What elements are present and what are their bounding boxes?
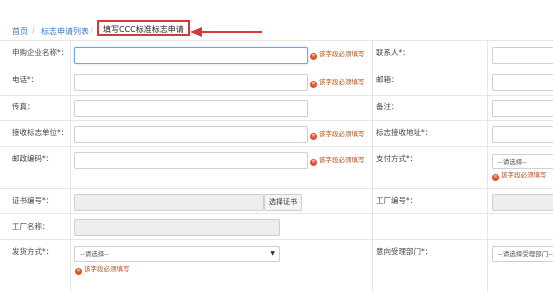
postcode-input[interactable]	[74, 152, 308, 169]
required-hint: ✕ 该字段必须填写	[310, 156, 365, 166]
certificate-number-input[interactable]	[74, 194, 264, 211]
factory-name-input[interactable]	[74, 219, 280, 236]
required-hint: ✕ 该字段必须填写	[75, 265, 130, 275]
shipping-method-select[interactable]: --请选择-- ▼	[74, 246, 280, 262]
contact-input[interactable]	[492, 47, 553, 64]
breadcrumb-separator: /	[90, 26, 93, 35]
row-divider	[0, 188, 553, 189]
row-divider	[0, 146, 553, 147]
required-hint: ✕ 该字段必须填写	[310, 78, 365, 88]
breadcrumb-home-link[interactable]: 首页	[12, 26, 28, 37]
payment-select[interactable]: --请选择--	[492, 154, 553, 169]
row-divider	[0, 239, 553, 240]
x-circle-icon: ✕	[492, 174, 499, 181]
shipping-method-label: 发货方式*：	[12, 247, 54, 256]
receiver-unit-label: 接收标志单位*：	[12, 128, 69, 137]
required-hint: ✕ 该字段必须填写	[310, 50, 365, 60]
factory-number-input[interactable]	[492, 194, 553, 211]
row-divider	[0, 95, 553, 96]
column-divider	[487, 40, 488, 292]
company-name-input[interactable]	[74, 47, 308, 64]
email-label: 邮箱：	[376, 75, 399, 84]
payment-label: 支付方式*：	[376, 154, 418, 163]
breadcrumb-list-link[interactable]: 标志申请列表	[41, 26, 89, 37]
column-divider	[70, 40, 71, 292]
department-label: 意向受理部门*：	[376, 247, 433, 256]
contact-label: 联系人*：	[376, 48, 410, 57]
phone-label: 电话*：	[12, 75, 39, 84]
x-circle-icon: ✕	[310, 159, 317, 166]
row-divider	[0, 40, 553, 41]
phone-input[interactable]	[74, 74, 308, 91]
breadcrumb-current-page: 填写CCC标准标志申请	[97, 20, 190, 36]
x-circle-icon: ✕	[310, 133, 317, 140]
receiver-unit-input[interactable]	[74, 126, 308, 143]
fax-input[interactable]	[74, 100, 308, 117]
row-divider	[0, 120, 553, 121]
x-circle-icon: ✕	[75, 268, 82, 275]
department-select-value: --请选择受理部门--	[498, 250, 553, 258]
breadcrumb-separator: /	[32, 26, 35, 35]
postcode-label: 邮政编码*：	[12, 154, 54, 163]
x-circle-icon: ✕	[310, 81, 317, 88]
select-certificate-button[interactable]: 选择证书	[264, 194, 302, 211]
company-name-label: 申购企业名称*：	[12, 48, 69, 57]
factory-number-label: 工厂编号*：	[376, 196, 418, 205]
email-input[interactable]	[492, 74, 553, 91]
row-divider	[0, 213, 553, 214]
factory-name-label: 工厂名称：	[12, 222, 50, 231]
red-arrow-annotation	[190, 27, 262, 37]
receiver-address-label: 标志接收地址*：	[376, 128, 433, 137]
required-hint: ✕ 该字段必须填写	[492, 171, 547, 181]
caret-down-icon: ▼	[270, 250, 275, 257]
receiver-address-input[interactable]	[492, 126, 553, 143]
department-select[interactable]: --请选择受理部门--	[492, 246, 553, 262]
breadcrumb: 首页 / 标志申请列表 / 填写CCC标准标志申请	[0, 0, 553, 40]
shipping-select-value: --请选择--	[80, 250, 109, 258]
remark-label: 备注：	[376, 102, 399, 111]
certificate-number-label: 证书编号*：	[12, 196, 54, 205]
remark-input[interactable]	[492, 100, 553, 117]
required-hint: ✕ 该字段必须填写	[310, 130, 365, 140]
column-divider	[372, 40, 373, 292]
fax-label: 传真：	[12, 102, 35, 111]
x-circle-icon: ✕	[310, 53, 317, 60]
payment-select-value: --请选择--	[498, 158, 527, 166]
